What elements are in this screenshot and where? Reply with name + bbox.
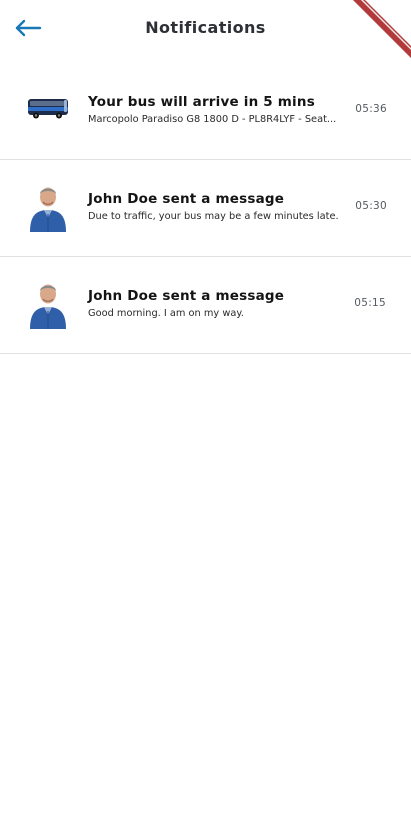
notification-time: 05:30	[355, 200, 387, 212]
notification-body: Marcopolo Paradiso G8 1800 D - PL8R4LYF …	[88, 114, 337, 125]
notification-item[interactable]: Your bus will arrive in 5 mins Marcopolo…	[0, 63, 411, 160]
notification-item[interactable]: John Doe sent a message Good morning. I …	[0, 257, 411, 354]
notification-body: Due to traffic, your bus may be a few mi…	[88, 211, 339, 222]
notification-list: Your bus will arrive in 5 mins Marcopolo…	[0, 63, 411, 354]
notification-body: Good morning. I am on my way.	[88, 308, 244, 319]
notification-item[interactable]: John Doe sent a message Due to traffic, …	[0, 160, 411, 257]
notification-time: 05:15	[354, 297, 386, 309]
user-avatar	[26, 277, 70, 329]
notification-time: 05:36	[355, 103, 387, 115]
app-header: Notifications	[0, 0, 411, 58]
notification-title: Your bus will arrive in 5 mins	[88, 94, 315, 110]
debug-banner	[351, 0, 411, 60]
notification-title: John Doe sent a message	[88, 288, 285, 304]
notification-title: John Doe sent a message	[88, 191, 285, 207]
bus-icon	[26, 97, 70, 119]
user-avatar	[26, 180, 70, 232]
page-title: Notifications	[145, 18, 266, 37]
